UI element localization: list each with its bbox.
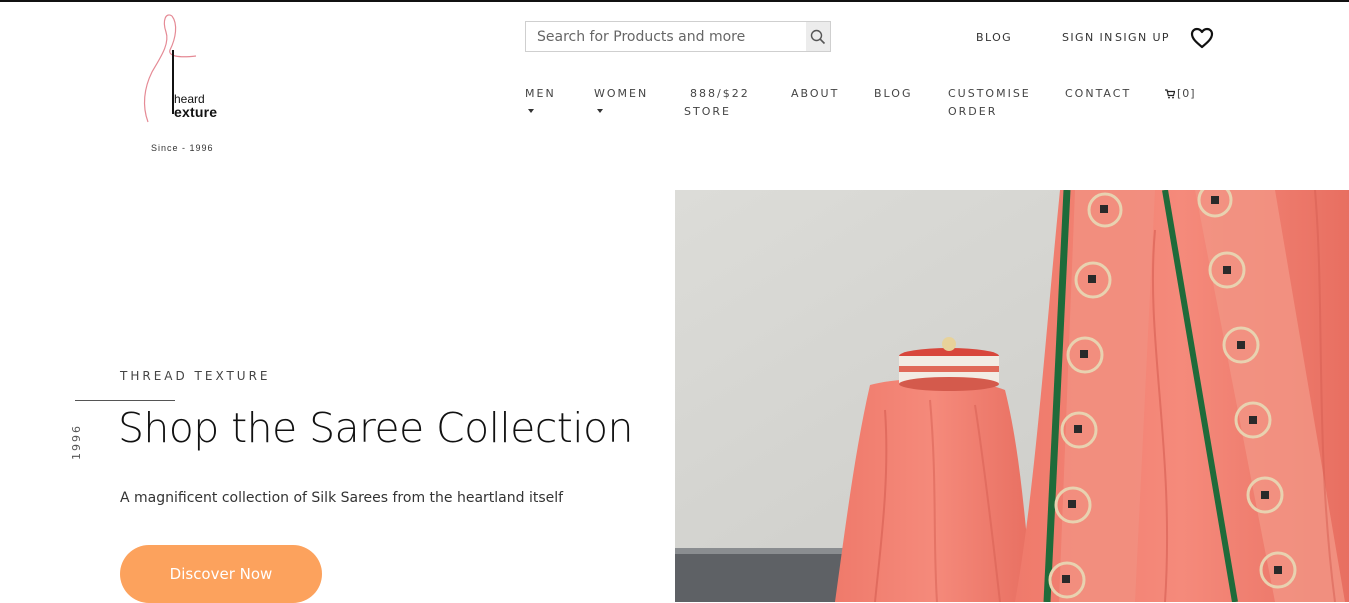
chevron-down-icon — [528, 109, 534, 113]
cart-count: [0] — [1177, 87, 1196, 100]
nav-order-label: ORDER — [948, 105, 998, 118]
top-blog-link[interactable]: BLOG — [976, 31, 1012, 44]
logo-since: Since - 1996 — [151, 143, 214, 153]
search-input[interactable] — [526, 22, 806, 51]
nav-store[interactable]: 888/$22 STORE — [684, 85, 750, 121]
hero-title: Shop the Saree Collection — [118, 404, 633, 452]
nav-about[interactable]: ABOUT — [791, 85, 839, 103]
sign-in-link[interactable]: SIGN IN — [1062, 31, 1114, 44]
nav-customise-order[interactable]: CUSTOMISE ORDER — [948, 85, 1031, 121]
nav-store-label: STORE — [684, 105, 731, 118]
nav-cart[interactable]: [0] — [1165, 85, 1196, 103]
nav-store-price: 888/$22 — [690, 87, 750, 100]
hero-year: 1996 — [70, 424, 83, 460]
search-button[interactable] — [806, 22, 830, 51]
nav-men[interactable]: MEN — [525, 85, 556, 113]
heart-icon[interactable] — [1190, 27, 1214, 49]
chevron-down-icon — [597, 109, 603, 113]
hero-divider — [75, 400, 175, 401]
nav-blog[interactable]: BLOG — [874, 85, 912, 103]
sign-up-link[interactable]: SIGN UP — [1115, 31, 1170, 44]
nav-contact[interactable]: CONTACT — [1065, 85, 1131, 103]
search-bar — [525, 21, 831, 52]
nav-women-label: WOMEN — [594, 87, 649, 100]
brand-logo[interactable]: heard exture Since - 1996 — [138, 10, 238, 153]
hero-saree-image — [675, 190, 1349, 602]
needle-thread-icon — [143, 14, 197, 123]
discover-now-button[interactable]: Discover Now — [120, 545, 322, 603]
nav-women[interactable]: WOMEN — [594, 85, 648, 113]
search-icon — [810, 29, 826, 44]
nav-men-label: MEN — [525, 87, 556, 100]
nav-customise-label: CUSTOMISE — [948, 87, 1031, 100]
logo-wordmark-bottom: exture — [174, 104, 218, 120]
hero-subtitle: A magnificent collection of Silk Sarees … — [120, 490, 564, 506]
hero-eyebrow: THREAD TEXTURE — [120, 369, 271, 383]
cart-icon — [1165, 89, 1175, 99]
